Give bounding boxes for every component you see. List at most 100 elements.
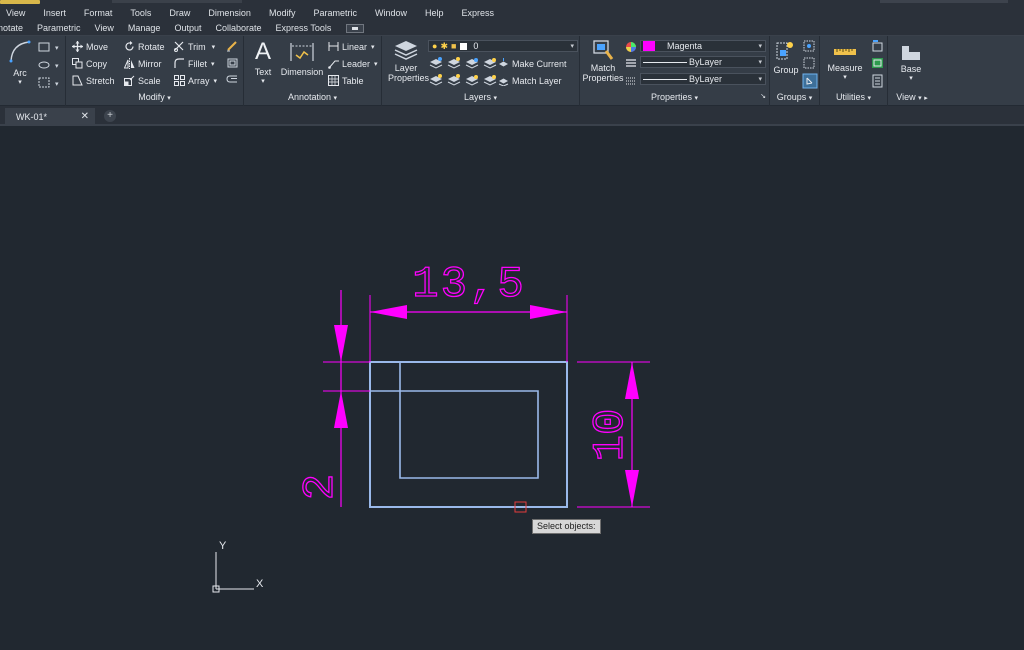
array-button[interactable]: Array ▾ xyxy=(174,75,217,86)
base-view-button[interactable]: Base ▾ xyxy=(896,42,926,84)
linetype-value: ByLayer xyxy=(689,57,723,67)
lineweight-preview xyxy=(643,78,687,80)
tab-express-tools[interactable]: Express Tools xyxy=(269,23,339,33)
group-tool-icons[interactable] xyxy=(802,40,818,90)
menu-format[interactable]: Format xyxy=(75,8,122,18)
properties-panel-title[interactable]: Properties ▾ ↘ xyxy=(580,92,769,104)
linear-dimension-button[interactable]: Linear ▾ xyxy=(328,41,375,52)
leader-button[interactable]: Leader ▾ xyxy=(328,58,378,69)
tab-view[interactable]: View xyxy=(88,23,121,33)
menu-modify[interactable]: Modify xyxy=(260,8,305,18)
tab-manage[interactable]: Manage xyxy=(121,23,168,33)
menu-tools[interactable]: Tools xyxy=(121,8,160,18)
rotate-button[interactable]: Rotate xyxy=(124,41,165,52)
ribbon-minimize-button[interactable] xyxy=(346,23,365,33)
measure-ruler-icon xyxy=(834,49,856,55)
vertical-dimension[interactable]: 10 xyxy=(577,361,650,508)
color-value: Magenta xyxy=(667,41,703,51)
base-view-icon xyxy=(902,46,920,60)
text-button[interactable]: A Text ▾ xyxy=(250,39,276,87)
stretch-icon xyxy=(72,75,83,86)
match-properties-button[interactable]: Match Properties xyxy=(582,39,624,83)
lineweight-dropdown[interactable]: ByLayer ▾ xyxy=(640,73,766,85)
leader-dropdown-icon[interactable]: ▾ xyxy=(374,60,378,68)
search-box[interactable] xyxy=(880,0,1008,3)
move-button[interactable]: Move xyxy=(72,41,108,52)
base-dropdown-icon[interactable]: ▾ xyxy=(896,74,926,84)
ucs-y-label: Y xyxy=(219,540,227,552)
text-dropdown-icon[interactable]: ▾ xyxy=(250,77,276,87)
copy-button[interactable]: Copy xyxy=(72,58,107,69)
fillet-icon xyxy=(174,58,184,68)
linear-dropdown-icon[interactable]: ▾ xyxy=(371,43,375,51)
array-dropdown-icon[interactable]: ▾ xyxy=(214,77,218,85)
tab-parametric[interactable]: Parametric xyxy=(30,23,88,33)
match-layer-icon xyxy=(498,78,509,86)
modify-panel-title[interactable]: Modify ▾ xyxy=(66,92,243,104)
dimension-button[interactable]: Dimension xyxy=(280,39,324,77)
menu-window[interactable]: Window xyxy=(366,8,416,18)
measure-button[interactable]: Measure ▾ xyxy=(826,39,864,83)
layer-dropdown[interactable]: ● ✱ ■ 0 ▾ xyxy=(428,40,578,52)
make-current-icon xyxy=(499,58,508,67)
new-tab-button[interactable]: + xyxy=(104,110,116,122)
utility-tool-icons[interactable] xyxy=(870,40,886,90)
workspace-switcher[interactable] xyxy=(112,0,242,3)
linetype-dropdown[interactable]: ByLayer ▾ xyxy=(640,56,766,68)
mirror-button[interactable]: Mirror xyxy=(124,58,162,69)
modify-extra-tools[interactable] xyxy=(226,40,240,90)
groups-panel-title[interactable]: Groups ▾ xyxy=(770,92,819,104)
tab-collaborate[interactable]: Collaborate xyxy=(208,23,268,33)
trim-dropdown-icon[interactable]: ▾ xyxy=(212,43,216,51)
menu-view[interactable]: View xyxy=(0,8,34,18)
view-panel-expand-icon: ▸ xyxy=(924,95,928,102)
modify-panel: Move Copy Stretch Rotate Mirror Scale Tr… xyxy=(66,36,244,106)
measure-dropdown-icon[interactable]: ▾ xyxy=(826,73,864,83)
move-icon xyxy=(72,41,83,52)
erase-icon xyxy=(227,41,237,51)
wall-thickness-dimension[interactable]: 2 xyxy=(295,290,370,507)
fillet-dropdown-icon[interactable]: ▾ xyxy=(211,60,215,68)
view-panel-title[interactable]: View ▾ ▸ xyxy=(888,92,936,104)
color-dropdown-chevron-icon: ▾ xyxy=(758,43,762,50)
inner-rectangle[interactable] xyxy=(370,362,539,479)
arc-button[interactable]: Arc ▾ xyxy=(6,38,34,88)
trim-button[interactable]: Trim ▾ xyxy=(174,41,215,52)
properties-panel: Match Properties Magenta ▾ ByLayer ▾ ByL… xyxy=(580,36,770,106)
menu-insert[interactable]: Insert xyxy=(34,8,75,18)
scale-icon xyxy=(124,75,135,86)
color-dropdown[interactable]: Magenta ▾ xyxy=(640,40,766,52)
tab-annotate[interactable]: notate xyxy=(0,23,30,33)
document-tab-wk-01[interactable]: WK-01* ✕ xyxy=(5,108,95,126)
tab-output[interactable]: Output xyxy=(167,23,208,33)
layer-tool-icons[interactable] xyxy=(428,56,508,88)
properties-launcher-icon[interactable]: ↘ xyxy=(760,92,766,100)
draw-small-tools[interactable]: ▾ ▾ ▾ xyxy=(38,42,62,94)
match-layer-button[interactable]: Match Layer xyxy=(498,75,562,86)
horizontal-dimension[interactable]: 13,5 xyxy=(369,259,568,362)
utilities-panel-title[interactable]: Utilities ▾ xyxy=(820,92,887,104)
menu-help[interactable]: Help xyxy=(416,8,453,18)
menu-express[interactable]: Express xyxy=(453,8,504,18)
drawing-canvas[interactable]: 13,5 10 2 Y X xyxy=(0,128,1024,650)
close-tab-icon[interactable]: ✕ xyxy=(81,111,89,122)
layer-color-swatch xyxy=(460,42,468,50)
menu-parametric[interactable]: Parametric xyxy=(304,8,366,18)
layer-properties-button[interactable]: Layer Properties xyxy=(388,39,429,83)
arc-dropdown-icon[interactable]: ▾ xyxy=(6,78,34,88)
view-panel: Base ▾ View ▾ ▸ xyxy=(888,36,936,106)
menu-draw[interactable]: Draw xyxy=(160,8,199,18)
layers-panel-title[interactable]: Layers ▾ xyxy=(382,92,579,104)
quick-access-toolbar[interactable] xyxy=(0,0,40,4)
group-button[interactable]: Group xyxy=(772,39,800,75)
fillet-button[interactable]: Fillet ▾ xyxy=(174,58,215,69)
menu-dimension[interactable]: Dimension xyxy=(199,8,260,18)
scale-button[interactable]: Scale xyxy=(124,75,161,86)
stretch-button[interactable]: Stretch xyxy=(72,75,115,86)
annotation-panel-title[interactable]: Annotation ▾ xyxy=(244,92,381,104)
table-button[interactable]: Table xyxy=(328,75,364,86)
mirror-icon xyxy=(124,58,135,69)
make-current-button[interactable]: Make Current xyxy=(498,58,567,69)
command-prompt-tooltip: Select objects: xyxy=(532,519,601,534)
ucs-icon: Y X xyxy=(212,540,264,593)
